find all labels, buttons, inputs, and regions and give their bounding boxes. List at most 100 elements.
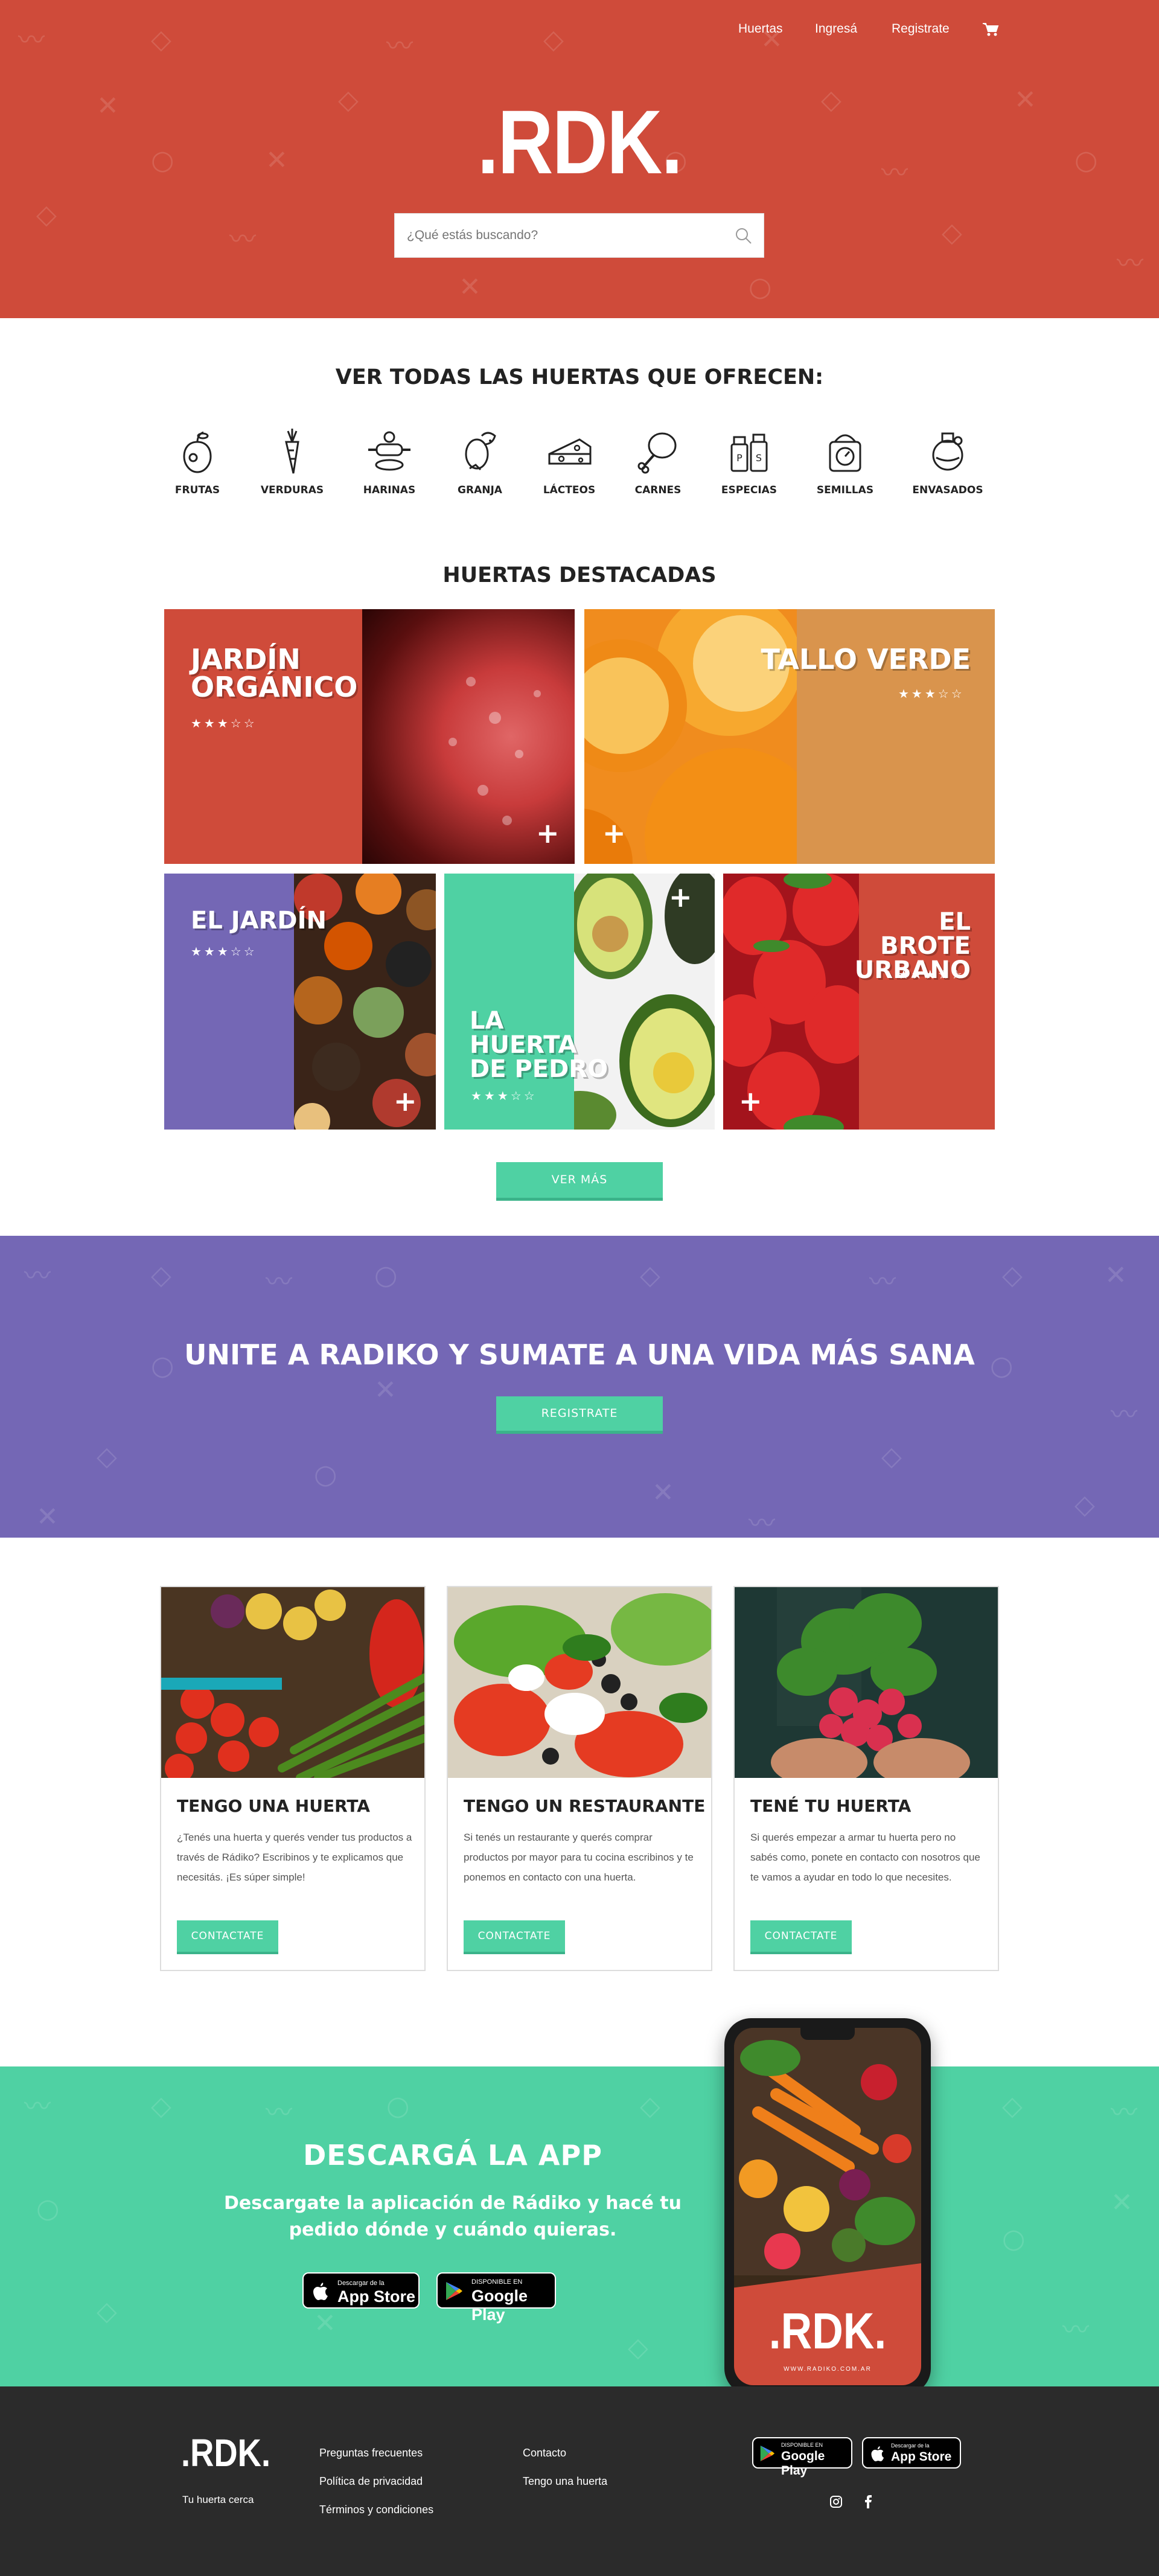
footer-link-faq[interactable]: Preguntas frecuentes bbox=[319, 2447, 423, 2459]
avocado-image bbox=[544, 874, 715, 1130]
card-title: TENGO UNA HUERTA bbox=[177, 1796, 370, 1816]
card-title: TENGO UN RESTAURANTE bbox=[464, 1796, 706, 1816]
phone-notch bbox=[800, 2028, 855, 2040]
rating-stars: ★★★☆☆ bbox=[898, 686, 965, 701]
rating-stars: ★★★☆☆ bbox=[191, 944, 257, 959]
cart-icon[interactable] bbox=[982, 22, 999, 37]
featured-title: HUERTAS DESTACADAS bbox=[442, 563, 717, 587]
jar-icon bbox=[932, 432, 963, 471]
facebook-icon[interactable] bbox=[863, 2495, 873, 2508]
category-verduras[interactable]: VERDURAS bbox=[247, 424, 337, 496]
card-description: Si querés empezar a armar tu huerta pero… bbox=[750, 1832, 980, 1883]
search-input[interactable] bbox=[407, 214, 733, 257]
instagram-icon[interactable] bbox=[829, 2495, 843, 2508]
rating-stars: ★★★☆☆ bbox=[898, 967, 965, 982]
category-label: ESPECIAS bbox=[721, 484, 777, 496]
scale-icon bbox=[829, 434, 861, 472]
google-play-badge[interactable]: DISPONIBLE EN Google Play bbox=[436, 2272, 556, 2324]
footer-tagline: Tu huerta cerca bbox=[182, 2494, 254, 2505]
category-label: LÁCTEOS bbox=[543, 484, 596, 496]
tile-title: JARDÍN ORGÁNICO bbox=[191, 643, 358, 703]
store-big-label: Google Play bbox=[781, 2449, 825, 2478]
add-icon[interactable]: + bbox=[394, 1085, 417, 1117]
store-small-label: DISPONIBLE EN bbox=[781, 2442, 823, 2448]
register-button[interactable]: REGISTRATE bbox=[496, 1396, 663, 1434]
footer-link-terms[interactable]: Términos y condiciones bbox=[319, 2504, 433, 2516]
egg-icon bbox=[465, 432, 496, 471]
join-banner: 〰 ◇ 〰 ○ ◇ 〰 ◇ ✕ ○ ✕ ○ 〰 ◇ ○ ✕ ◇ ✕ 〰 ◇ UNITE A RADIKO Y… bbox=[0, 1236, 1159, 1538]
footer-app-store-badge[interactable]: Descargar de la App Store bbox=[862, 2437, 961, 2469]
tile-title: TALLO VERDE bbox=[761, 643, 971, 676]
footer-logo[interactable]: .RDK. bbox=[181, 2434, 270, 2472]
store-big-label: Google Play bbox=[471, 2287, 528, 2324]
footer-link-tengo-huerta[interactable]: Tengo una huerta bbox=[523, 2475, 607, 2488]
category-carnes[interactable]: CARNES bbox=[613, 424, 703, 496]
card-tengo-un-restaurante: TENGO UN RESTAURANTE Si tenés un restaur… bbox=[447, 1586, 712, 1971]
card-description: ¿Tenés una huerta y querés vender tus pr… bbox=[177, 1832, 412, 1883]
app-store-badge[interactable]: Descargar de la App Store bbox=[302, 2272, 420, 2309]
category-especias[interactable]: P S ESPECIAS bbox=[704, 424, 794, 496]
add-icon[interactable]: + bbox=[602, 817, 626, 849]
footer-google-play-badge[interactable]: DISPONIBLE EN Google Play bbox=[752, 2437, 852, 2478]
category-envasados[interactable]: ENVASADOS bbox=[902, 424, 993, 496]
featured-tile-el-brote-urbano[interactable]: EL BROTE URBANO ★★★☆☆ + bbox=[723, 874, 995, 1130]
site-logo[interactable]: .RDK. bbox=[87, 97, 1072, 187]
category-harinas[interactable]: HARINAS bbox=[344, 424, 435, 496]
store-small-label: Descargar de la bbox=[891, 2443, 930, 2449]
contact-button[interactable]: CONTACTATE bbox=[464, 1920, 565, 1954]
salt-pepper-icon: PS bbox=[730, 433, 768, 472]
svg-text:P: P bbox=[736, 452, 742, 464]
category-label: HARINAS bbox=[363, 484, 416, 496]
store-big-label: App Store bbox=[337, 2287, 416, 2306]
category-frutas[interactable]: FRUTAS bbox=[152, 424, 243, 496]
google-play-icon bbox=[446, 2282, 462, 2300]
category-semillas[interactable]: SEMILLAS bbox=[800, 424, 890, 496]
rolling-pin-icon bbox=[368, 431, 410, 471]
store-small-label: DISPONIBLE EN bbox=[471, 2278, 523, 2286]
phone-screen: .RDK. WWW.RADIKO.COM.AR bbox=[734, 2028, 921, 2385]
add-icon[interactable]: + bbox=[739, 1085, 762, 1117]
footer-link-contact[interactable]: Contacto bbox=[523, 2447, 566, 2459]
app-title: DESCARGÁ LA APP bbox=[303, 2139, 602, 2172]
cheese-icon bbox=[548, 438, 592, 465]
footer-link-privacy[interactable]: Política de privacidad bbox=[319, 2475, 423, 2488]
featured-tile-jardin-organico[interactable]: JARDÍN ORGÁNICO ★★★☆☆ + bbox=[164, 609, 575, 864]
category-label: VERDURAS bbox=[260, 484, 324, 496]
featured-tile-la-huerta-de-pedro[interactable]: LA HUERTA DE PEDRO ★★★☆☆ + bbox=[444, 874, 715, 1130]
rating-stars: ★★★☆☆ bbox=[191, 716, 257, 730]
nav-registrate-link[interactable]: Registrate bbox=[892, 22, 950, 36]
phone-mockup: .RDK. WWW.RADIKO.COM.AR bbox=[724, 2018, 931, 2395]
contact-button[interactable]: CONTACTATE bbox=[750, 1920, 852, 1954]
site-footer: .RDK. Tu huerta cerca Preguntas frecuent… bbox=[0, 2386, 1159, 2576]
chicken-leg-icon bbox=[637, 432, 677, 474]
google-play-icon bbox=[760, 2446, 775, 2461]
category-label: GRANJA bbox=[458, 484, 502, 496]
nav-ingresa-link[interactable]: Ingresá bbox=[815, 22, 857, 36]
featured-tile-tallo-verde[interactable]: TALLO VERDE ★★★☆☆ + bbox=[584, 609, 995, 864]
radishes-image bbox=[735, 1587, 998, 1778]
featured-tile-el-jardin[interactable]: EL JARDÍN ★★★☆☆ + bbox=[164, 874, 436, 1130]
apple-icon bbox=[313, 2283, 328, 2300]
rating-stars: ★★★☆☆ bbox=[471, 1088, 537, 1103]
view-more-button[interactable]: VER MÁS bbox=[496, 1162, 663, 1201]
svg-text:S: S bbox=[756, 452, 762, 464]
category-label: SEMILLAS bbox=[816, 484, 874, 496]
category-lácteos[interactable]: LÁCTEOS bbox=[524, 424, 615, 496]
contact-button[interactable]: CONTACTATE bbox=[177, 1920, 278, 1954]
vegetables-image bbox=[161, 1587, 424, 1778]
search-icon[interactable] bbox=[735, 227, 753, 245]
app-download-banner: 〰◇〰○ ◇✕◇〰 ○○✕ ◇✕◇〰 DESCARGÁ LA APP Desca… bbox=[0, 2066, 1159, 2386]
join-title: UNITE A RADIKO Y SUMATE A UNA VIDA MÁS S… bbox=[184, 1338, 975, 1371]
category-label: ENVASADOS bbox=[912, 484, 983, 496]
search-bar bbox=[394, 213, 764, 258]
nav-huertas-link[interactable]: Huertas bbox=[738, 22, 783, 36]
category-granja[interactable]: GRANJA bbox=[435, 424, 525, 496]
app-subtitle: Descargate la aplicación de Rádiko y hac… bbox=[224, 2193, 682, 2240]
card-tene-tu-huerta: TENÉ TU HUERTA Si querés empezar a armar… bbox=[733, 1586, 999, 1971]
carrot-icon bbox=[285, 429, 299, 474]
tile-title: LA HUERTA DE PEDRO bbox=[470, 1007, 608, 1083]
add-icon[interactable]: + bbox=[536, 817, 560, 849]
add-icon[interactable]: + bbox=[669, 881, 692, 913]
store-small-label: Descargar de la bbox=[337, 2280, 385, 2287]
salad-image bbox=[448, 1587, 711, 1778]
